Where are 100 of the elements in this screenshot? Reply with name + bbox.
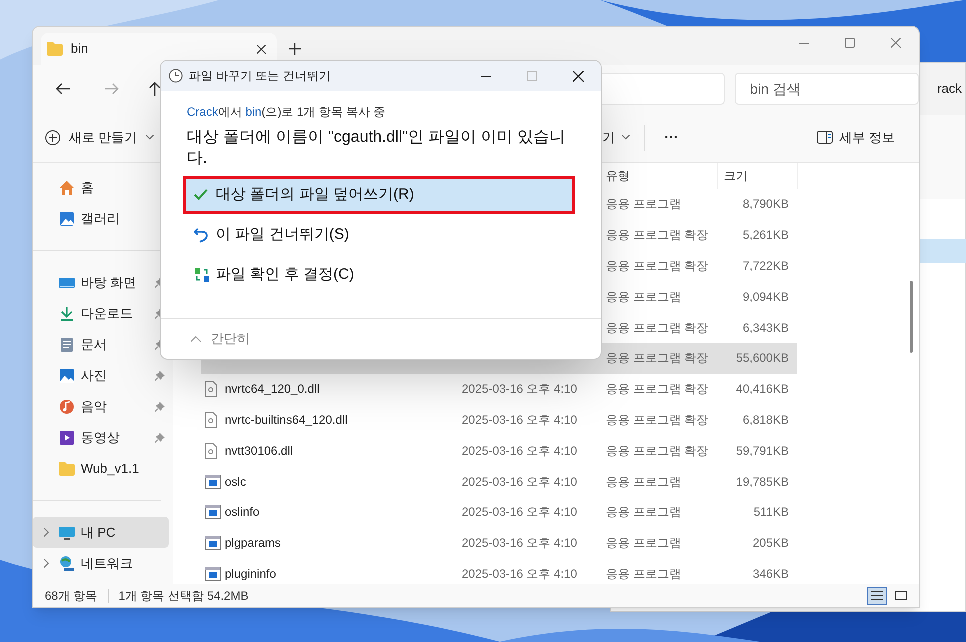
file-name: plgparams [225,535,282,552]
file-row[interactable]: oslinfo 2025-03-16 오후 4:10 응용 프로그램 511KB [201,496,797,528]
collapse-button[interactable]: 간단히 [191,329,250,349]
close-icon [256,44,266,54]
maximize-icon [527,71,537,81]
file-size: 6,818KB [742,412,789,429]
clock-icon [169,69,183,83]
picture-icon [59,368,75,384]
file-type: 응용 프로그램 [606,566,682,583]
scrollbar-thumb[interactable] [910,281,913,353]
folder-link[interactable]: bin [246,105,262,119]
option-button[interactable]: 이 파일 건너뛰기(S) [183,216,575,254]
option-button[interactable]: 파일 확인 후 결정(C) [183,256,575,294]
folder-icon [47,42,63,56]
search-field[interactable]: bin 검색 [735,73,919,105]
file-size: 19,785KB [735,474,789,491]
document-icon [59,336,75,352]
sidebar-item[interactable]: 음악 [33,391,169,422]
music-icon [59,398,75,414]
file-type: 응용 프로그램 확장 [606,350,710,368]
dll-file-icon [205,442,217,459]
plus-icon [289,43,301,55]
sidebar-item[interactable]: 네트워크 [33,548,169,579]
list-icon [871,590,883,600]
file-size: 8,790KB [742,196,789,214]
file-type: 응용 프로그램 확장 [606,442,710,460]
file-size: 205KB [752,535,789,552]
file-row[interactable]: plugininfo 2025-03-16 오후 4:10 응용 프로그램 346KB [201,558,797,590]
caret-icon [146,135,154,140]
pc-icon [59,524,75,540]
file-size: 9,094KB [742,288,789,306]
file-type: 응용 프로그램 [606,535,682,552]
application-icon [205,566,221,581]
file-row[interactable]: oslc 2025-03-16 오후 4:10 응용 프로그램 19,785KB [201,466,797,497]
folder-tab[interactable]: bin [41,33,277,65]
application-icon [205,505,221,520]
file-type: 응용 프로그램 [606,504,682,522]
file-size: 5,261KB [742,227,789,244]
modified-date: 2025-03-16 오후 4:10 [462,535,578,552]
file-size: 346KB [752,566,789,583]
folder-link[interactable]: Crack [187,105,218,119]
file-size: 511KB [752,504,789,522]
file-name: oslinfo [225,504,261,522]
file-type: 응용 프로그램 확장 [606,258,710,275]
file-size: 59,791KB [735,442,789,460]
forward-arrow-icon [105,83,120,95]
more-button[interactable]: ··· [658,127,685,148]
download-icon [59,306,75,322]
house-icon [59,180,75,196]
file-type: 응용 프로그램 확장 [606,227,710,244]
undo-arrow-icon [194,227,210,243]
up-arrow-icon [148,82,161,96]
network-icon [59,556,75,572]
file-row[interactable]: nvrtc-builtins64_120.dll 2025-03-16 오후 4:10 응용 프로그램 확장 6,818KB [201,404,797,436]
sidebar-item[interactable]: 사진 [33,360,169,391]
file-type: 응용 프로그램 [606,196,682,214]
details-view-button[interactable] [867,586,887,604]
file-size: 40,416KB [735,381,789,398]
file-row[interactable]: plgparams 2025-03-16 오후 4:10 응용 프로그램 205KB [201,528,797,559]
file-row[interactable]: nvtt30106.dll 2025-03-16 오후 4:10 응용 프로그램 확장 59,791KB [201,435,797,466]
details-button[interactable]: 세부 정보 [817,128,895,148]
file-size: 7,722KB [742,258,789,275]
dialog-title: 파일 바꾸기 또는 건너뛰기 [189,68,332,85]
plus-circle-icon [45,130,61,146]
application-icon [205,474,221,489]
check-icon [194,187,210,203]
tiles-icon [895,590,907,600]
details-pane-icon [817,131,834,144]
back-arrow-icon [56,83,70,95]
item-count: 68개 항목 [45,588,98,604]
application-icon [205,536,221,550]
sidebar-item[interactable]: 내 PC [33,517,169,548]
minimize-icon [799,42,809,44]
file-name: nvrtc64_120_0.dll [225,381,321,398]
file-row[interactable]: nvrtc64_120_0.dll 2025-03-16 오후 4:10 응용 프로그램 확장 40,416KB [201,374,797,405]
file-size: 55,600KB [735,350,789,368]
file-name: nvtt30106.dll [225,442,294,460]
video-icon [59,430,75,446]
option-button[interactable]: 대상 폴더의 파일 덮어쓰기(R) [183,176,575,214]
progress-text: Crack에서 bin(으)로 1개 항목 복사 중 [187,104,387,121]
file-name: oslc [225,474,248,491]
new-button[interactable]: 새로 만들기 [43,122,156,154]
caret-icon [622,135,630,140]
dll-file-icon [205,412,217,428]
sidebar-item[interactable]: Wub_v1.1 [33,453,169,484]
column-header[interactable]: 크기 [718,163,798,189]
file-name: nvrtc-builtins64_120.dll [225,412,349,429]
column-header[interactable]: 유형 [606,163,718,189]
dialog-message: 대상 폴더에 이름이 "cgauth.dll"인 파일이 이미 있습니다. [187,128,567,169]
swap-arrows-icon [194,267,210,283]
sidebar-item[interactable]: 동영상 [33,422,169,453]
modified-date: 2025-03-16 오후 4:10 [462,566,578,583]
tab-title: bin [71,40,90,58]
close-icon [891,38,901,48]
modified-date: 2025-03-16 오후 4:10 [462,442,578,460]
file-type: 응용 프로그램 확장 [606,412,710,429]
file-type: 응용 프로그램 [606,474,682,491]
chevron-up-icon [191,336,201,342]
file-type: 응용 프로그램 [606,288,682,306]
view-button[interactable]: 기 [602,122,630,154]
